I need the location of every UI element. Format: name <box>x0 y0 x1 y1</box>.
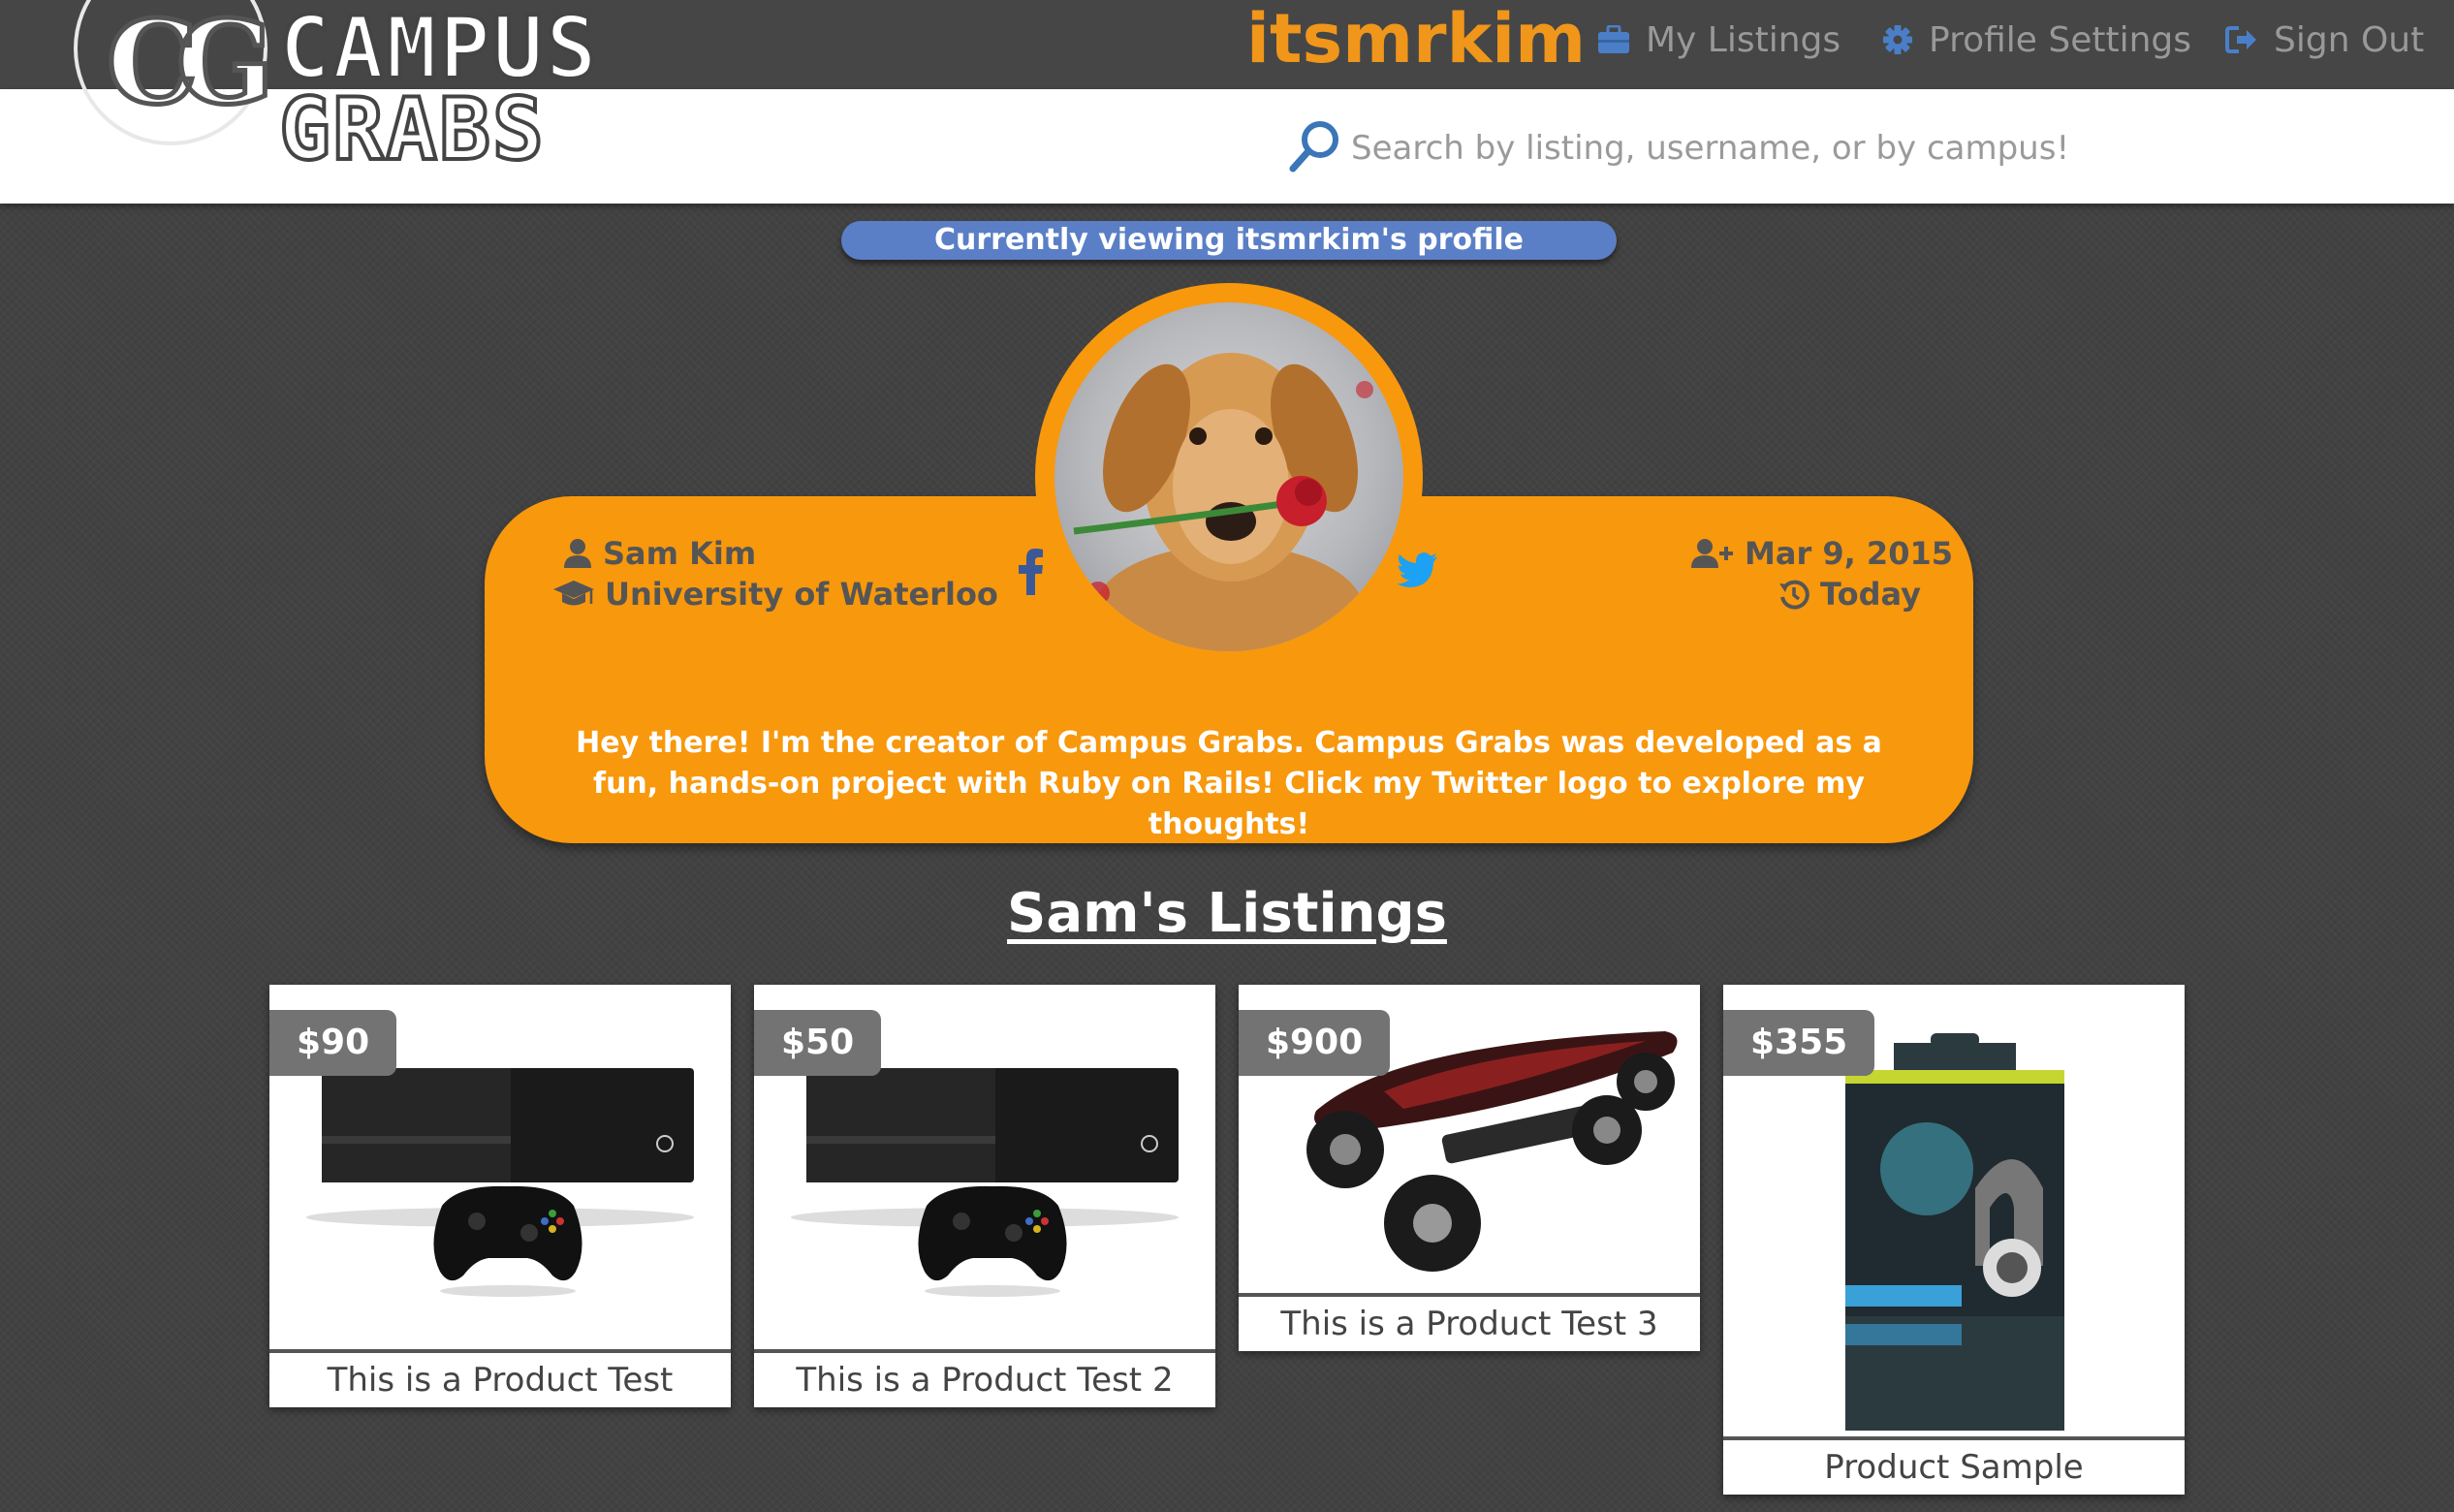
campus-grabs-logo[interactable]: CG CAMPUS GRABS <box>68 0 669 179</box>
search-input[interactable] <box>1349 116 2322 180</box>
user-plus-icon <box>1691 539 1733 568</box>
avatar-dog-photo <box>1073 353 1373 651</box>
product-card[interactable]: $900 This is a Product Test 3 <box>1239 985 1700 1351</box>
graduation-cap-icon <box>553 581 594 606</box>
logo-monogram: CG <box>105 0 277 130</box>
twitter-icon[interactable] <box>1396 552 1438 587</box>
sign-out-label: Sign Out <box>2274 19 2425 60</box>
price-tag: $90 <box>269 1010 397 1076</box>
profile-last-active: Today <box>1820 576 1921 613</box>
my-listings-link[interactable]: My Listings <box>1597 14 1840 66</box>
listings-heading-text: Sam's Listings <box>1007 882 1447 945</box>
facebook-icon[interactable] <box>1016 549 1045 595</box>
listings-heading: Sam's Listings <box>0 880 2454 948</box>
profile-bio: Hey there! I'm the creator of Campus Gra… <box>576 726 1882 841</box>
logo-word-grabs: GRABS <box>277 79 546 179</box>
avatar <box>1054 302 1403 651</box>
price-tag: $355 <box>1723 1010 1875 1076</box>
profile-settings-link[interactable]: Profile Settings <box>1882 14 2191 66</box>
product-title[interactable]: This is a Product Test 2 <box>754 1349 1215 1407</box>
price-tag: $900 <box>1239 1010 1391 1076</box>
product-card[interactable]: $50 This is a Product Test 2 <box>754 985 1215 1407</box>
profile-school: University of Waterloo <box>605 576 998 613</box>
price-tag: $50 <box>754 1010 882 1076</box>
profile-joined-date: Mar 9, 2015 <box>1745 535 1953 572</box>
profile-name: Sam Kim <box>603 535 757 572</box>
logo-word-campus: CAMPUS <box>277 0 599 98</box>
profile-joined-row: Mar 9, 2015 <box>1690 535 1953 572</box>
product-title[interactable]: This is a Product Test <box>269 1349 731 1407</box>
viewing-profile-banner: Currently viewing itsmrkim's profile <box>841 221 1617 260</box>
sign-out-link[interactable]: Sign Out <box>2225 14 2424 66</box>
history-icon <box>1779 580 1809 610</box>
profile-name-row: Sam Kim <box>562 535 756 572</box>
sign-out-icon <box>2225 26 2256 53</box>
user-icon <box>564 539 591 568</box>
nav-username[interactable]: itsmrkim <box>1246 0 1586 79</box>
search-icon[interactable] <box>1287 118 1343 174</box>
briefcase-icon <box>1598 25 1629 53</box>
product-card[interactable]: $90 This is a Product Test <box>269 985 731 1407</box>
product-title[interactable]: This is a Product Test 3 <box>1239 1293 1700 1351</box>
product-card[interactable]: $355 Product Sample <box>1723 985 2185 1495</box>
gear-icon <box>1883 25 1912 54</box>
my-listings-label: My Listings <box>1646 19 1841 60</box>
profile-school-row: University of Waterloo <box>552 576 998 613</box>
profile-settings-label: Profile Settings <box>1929 19 2192 60</box>
profile-last-active-row: Today <box>1778 576 1921 613</box>
product-title[interactable]: Product Sample <box>1723 1436 2185 1495</box>
